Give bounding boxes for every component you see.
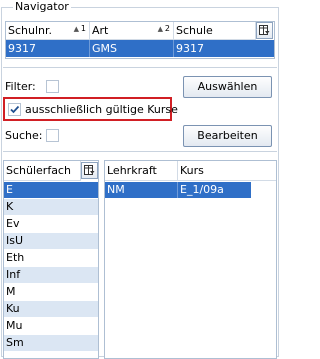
search-label: Suche: bbox=[5, 129, 43, 142]
filter-checkbox[interactable] bbox=[46, 80, 59, 93]
cell-kurs: E_1/09a bbox=[180, 183, 224, 196]
column-label: Art bbox=[92, 24, 109, 37]
column-label: Schulnr. bbox=[8, 24, 53, 37]
navigator-title: Navigator bbox=[13, 0, 71, 14]
list-item[interactable]: Ev bbox=[4, 216, 98, 232]
cell-art: GMS bbox=[90, 40, 174, 57]
column-label: Schülerfach bbox=[6, 164, 71, 177]
column-header-art[interactable]: Art ▲ 2 bbox=[90, 22, 174, 40]
list-item[interactable]: Inf bbox=[4, 267, 98, 283]
list-item[interactable]: M bbox=[4, 284, 98, 300]
column-label: Kurs bbox=[180, 164, 204, 177]
cell-lehrkraft: NM bbox=[105, 182, 178, 198]
list-item[interactable]: E bbox=[4, 182, 98, 198]
search-checkbox[interactable] bbox=[46, 129, 59, 142]
column-header-kurs[interactable]: Kurs bbox=[178, 161, 276, 181]
table-row-selected[interactable]: NM E_1/09a bbox=[105, 182, 251, 198]
column-header-lehrkraft[interactable]: Lehrkraft bbox=[105, 161, 178, 181]
column-label: Schule bbox=[176, 24, 213, 37]
column-chooser-button[interactable] bbox=[81, 162, 98, 179]
separator bbox=[3, 67, 277, 68]
separator bbox=[3, 151, 277, 152]
list-item[interactable]: Sm bbox=[4, 335, 98, 351]
edit-button[interactable]: Bearbeiten bbox=[183, 125, 272, 147]
valid-courses-checkbox[interactable] bbox=[8, 103, 21, 116]
sort-ascending-icon: ▲ bbox=[157, 25, 163, 33]
column-header-schulnr[interactable]: Schulnr. ▲ 1 bbox=[6, 22, 90, 40]
subject-grid[interactable]: Schülerfach E K Ev IsU Eth Inf M Ku Mu S… bbox=[3, 160, 99, 359]
course-grid[interactable]: Lehrkraft Kurs NM E_1/09a bbox=[104, 160, 277, 359]
column-chooser-button[interactable] bbox=[256, 22, 273, 39]
list-item[interactable]: K bbox=[4, 199, 98, 215]
select-button[interactable]: Auswählen bbox=[183, 76, 272, 98]
list-item[interactable]: IsU bbox=[4, 233, 98, 249]
table-row-selected[interactable]: 9317 GMS 9317 bbox=[6, 40, 274, 57]
sort-order: 2 bbox=[164, 24, 170, 33]
cell-schulnr: 9317 bbox=[6, 40, 90, 57]
valid-courses-label[interactable]: ausschließlich gültige Kurse bbox=[25, 103, 178, 117]
filter-label: Filter: bbox=[5, 80, 36, 93]
list-item[interactable]: Ku bbox=[4, 301, 98, 317]
school-grid[interactable]: Schulnr. ▲ 1 Art ▲ 2 Schule 9317 GMS 931… bbox=[5, 21, 275, 59]
cell-schule: 9317 bbox=[176, 42, 204, 55]
sort-order: 1 bbox=[80, 24, 86, 33]
column-header-schule[interactable]: Schule bbox=[174, 22, 256, 40]
column-label: Lehrkraft bbox=[107, 164, 157, 177]
checkmark-icon bbox=[10, 105, 20, 114]
list-item[interactable]: Eth bbox=[4, 250, 98, 266]
list-item[interactable]: Mu bbox=[4, 318, 98, 334]
column-header-schuelerfach[interactable]: Schülerfach bbox=[4, 161, 81, 181]
sort-ascending-icon: ▲ bbox=[73, 25, 79, 33]
